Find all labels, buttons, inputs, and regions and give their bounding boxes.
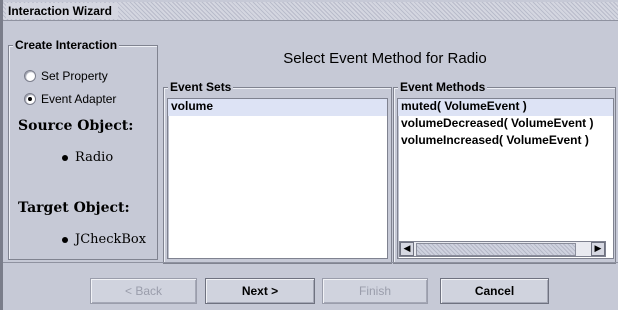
list-item[interactable]: volume [168,99,387,116]
scroll-right-icon[interactable]: ▶ [591,242,605,256]
event-sets-list[interactable]: volume [167,98,388,259]
event-adapter-label: Event Adapter [41,92,117,106]
finish-button[interactable]: Finish [322,278,428,304]
set-property-radio-circle [24,70,36,82]
window-title: Interaction Wizard [6,3,118,19]
source-object-label: Source Object: [18,118,134,134]
list-item[interactable]: volumeIncreased( VolumeEvent ) [398,133,613,150]
cancel-button-label: Cancel [474,284,515,298]
source-object-value: Radio [62,150,113,165]
cancel-button[interactable]: Cancel [440,278,549,304]
event-methods-legend: Event Methods [398,80,488,94]
event-sets-group: Event Sets volume [163,80,392,264]
event-adapter-radio-circle [24,93,36,105]
event-methods-group: Event Methods muted( VolumeEvent ) volum… [393,80,616,264]
event-adapter-radio[interactable]: Event Adapter [24,92,116,106]
next-button-label: Next > [241,284,279,298]
title-bar[interactable]: Interaction Wizard [3,2,618,21]
target-object-label: Target Object: [18,200,130,216]
bullet-icon [62,236,68,243]
page-heading: Select Event Method for Radio [283,50,487,67]
scroll-left-icon[interactable]: ◀ [400,242,414,256]
event-methods-list[interactable]: muted( VolumeEvent ) volumeDecreased( Vo… [397,98,614,259]
interaction-wizard-window: Interaction Wizard Create Interaction Se… [0,0,618,310]
list-item[interactable]: muted( VolumeEvent ) [398,99,613,116]
set-property-label: Set Property [41,69,108,83]
scrollbar-thumb[interactable] [416,243,576,256]
next-button[interactable]: Next > [205,278,315,304]
bullet-icon [62,154,68,161]
target-object-name: JCheckBox [75,232,147,247]
list-item[interactable]: volumeDecreased( VolumeEvent ) [398,116,613,133]
event-methods-horizontal-scrollbar[interactable]: ◀ ▶ [399,241,606,257]
target-object-value: JCheckBox [62,232,146,247]
finish-button-label: Finish [358,284,391,298]
back-button-label: < Back [124,284,163,298]
back-button[interactable]: < Back [90,278,197,304]
create-interaction-legend: Create Interaction [13,38,120,52]
event-sets-legend: Event Sets [168,80,234,94]
set-property-radio[interactable]: Set Property [24,69,108,83]
source-object-name: Radio [75,150,114,165]
